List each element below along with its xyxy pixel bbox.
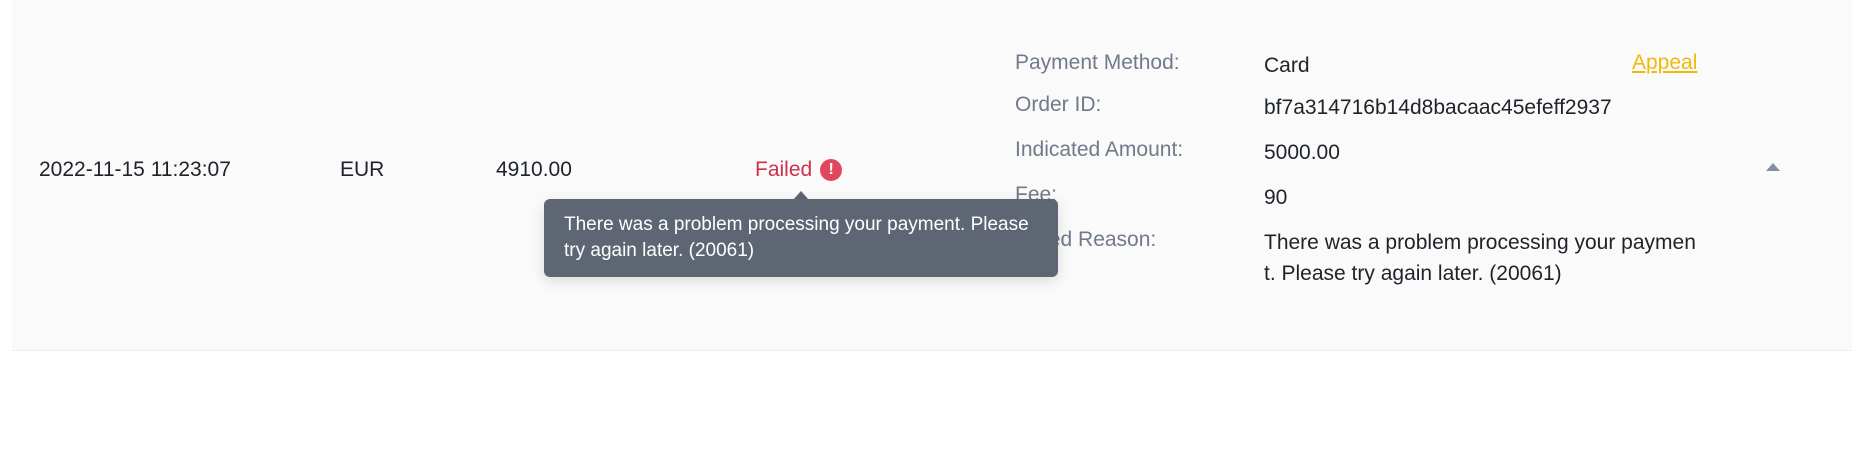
failed-reason-value: There was a problem processing your paym… bbox=[1264, 231, 1696, 285]
order-id-label: Order ID: bbox=[1015, 93, 1102, 116]
indicated-amount-value: 5000.00 bbox=[1264, 141, 1340, 164]
status-label: Failed bbox=[755, 158, 813, 181]
caret-up-icon[interactable] bbox=[1766, 163, 1780, 171]
transaction-row: 2022-11-15 11:23:07 EUR 4910.00 Failed !… bbox=[12, 0, 1852, 351]
appeal-link[interactable]: Appeal bbox=[1632, 50, 1697, 76]
transaction-amount: 4910.00 bbox=[496, 158, 572, 181]
order-id-value: bf7a314716b14d8bacaac45efeff2937 bbox=[1264, 96, 1612, 119]
status-badge: Failed ! bbox=[755, 157, 843, 183]
fee-value: 90 bbox=[1264, 186, 1288, 209]
transaction-currency: EUR bbox=[340, 158, 385, 181]
indicated-amount-label: Indicated Amount: bbox=[1015, 138, 1184, 161]
transaction-date: 2022-11-15 11:23:07 bbox=[39, 158, 231, 181]
exclamation-icon[interactable]: ! bbox=[820, 159, 843, 181]
payment-method-value: Card bbox=[1264, 54, 1310, 77]
payment-method-label: Payment Method: bbox=[1015, 51, 1180, 74]
error-tooltip: There was a problem processing your paym… bbox=[544, 199, 1058, 277]
